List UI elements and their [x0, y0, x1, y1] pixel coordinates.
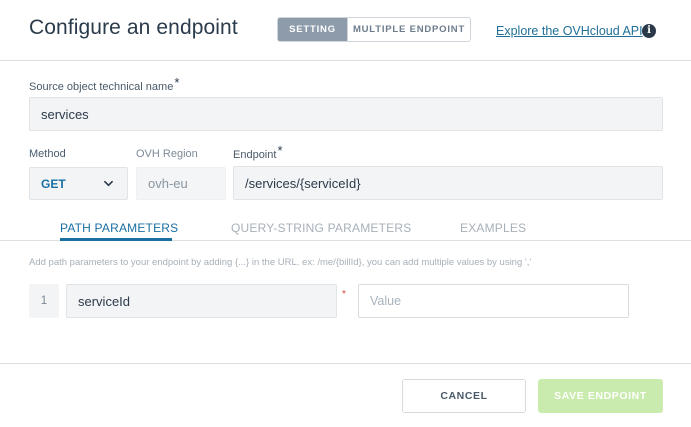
- source-name-input[interactable]: services: [29, 97, 663, 131]
- endpoint-label-text: Endpoint: [233, 149, 277, 161]
- required-mark: *: [277, 143, 283, 158]
- param-row-index: 1: [29, 284, 59, 318]
- tab-examples[interactable]: EXAMPLES: [460, 221, 526, 235]
- mode-multiple-endpoint-button[interactable]: MULTIPLE ENDPOINT: [347, 18, 470, 41]
- active-tab-indicator: [60, 238, 172, 241]
- source-name-label-text: Source object technical name: [29, 81, 174, 93]
- endpoint-label: Endpoint*: [233, 143, 283, 161]
- param-name-input[interactable]: serviceId: [66, 284, 337, 318]
- mode-toggle: SETTING MULTIPLE ENDPOINT: [277, 17, 471, 42]
- dialog-header: Configure an endpoint SETTING MULTIPLE E…: [0, 0, 691, 61]
- required-mark: *: [174, 75, 180, 90]
- region-field: ovh-eu: [136, 167, 226, 200]
- param-value-input[interactable]: Value: [358, 284, 629, 318]
- chevron-down-icon: [104, 180, 113, 187]
- footer-divider: [0, 363, 691, 364]
- endpoint-input[interactable]: /services/{serviceId}: [233, 166, 663, 200]
- method-value: GET: [41, 176, 66, 191]
- configure-endpoint-dialog: Configure an endpoint SETTING MULTIPLE E…: [0, 0, 691, 427]
- method-label: Method: [29, 148, 66, 160]
- tab-path-parameters[interactable]: PATH PARAMETERS: [60, 221, 178, 235]
- region-label: OVH Region: [136, 148, 198, 160]
- explore-api-link[interactable]: Explore the OVHcloud API: [496, 24, 643, 38]
- cancel-button[interactable]: CANCEL: [402, 379, 526, 413]
- source-name-label: Source object technical name*: [29, 75, 180, 93]
- path-params-hint: Add path parameters to your endpoint by …: [29, 257, 532, 268]
- mode-setting-button[interactable]: SETTING: [278, 18, 347, 41]
- info-icon[interactable]: i: [642, 24, 656, 38]
- param-required-mark: *: [342, 289, 346, 300]
- method-select[interactable]: GET: [29, 167, 128, 200]
- save-endpoint-button[interactable]: SAVE ENDPOINT: [538, 379, 663, 413]
- dialog-title: Configure an endpoint: [29, 16, 238, 39]
- tab-query-string-parameters[interactable]: QUERY-STRING PARAMETERS: [231, 221, 411, 235]
